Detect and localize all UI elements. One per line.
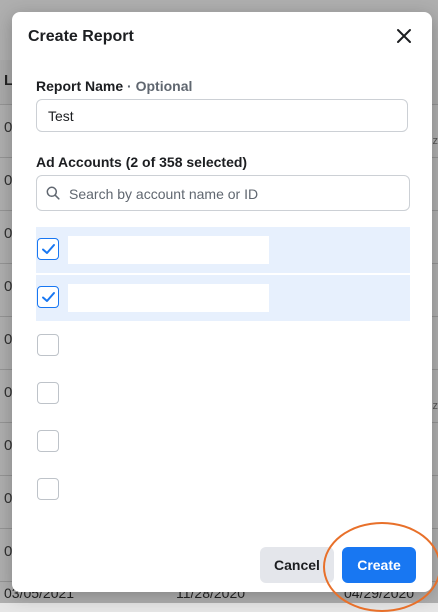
report-name-input[interactable] [36, 99, 408, 132]
account-checkbox[interactable] [37, 478, 59, 500]
dialog-title: Create Report [28, 28, 134, 45]
create-button[interactable]: Create [342, 547, 416, 583]
ad-account-row[interactable] [36, 371, 410, 417]
create-report-dialog: Create Report Report Name · Optional Ad … [12, 12, 432, 592]
ad-accounts-label: Ad Accounts (2 of 358 selected) [36, 154, 248, 170]
account-name-redacted [68, 284, 269, 312]
account-checkbox[interactable] [37, 286, 59, 308]
ad-account-row[interactable] [36, 323, 410, 369]
account-checkbox[interactable] [37, 334, 59, 356]
account-name-redacted [68, 236, 269, 264]
ad-account-list [36, 227, 410, 515]
cancel-button[interactable]: Cancel [260, 547, 334, 583]
account-checkbox[interactable] [37, 238, 59, 260]
ad-account-row[interactable] [36, 227, 410, 273]
checkmark-icon [42, 292, 55, 302]
search-icon [46, 186, 60, 200]
account-checkbox[interactable] [37, 382, 59, 404]
account-search-input[interactable] [67, 177, 407, 211]
label-separator: · [123, 78, 136, 94]
report-name-label: Report Name · Optional [36, 78, 192, 94]
ad-account-row[interactable] [36, 467, 410, 513]
checkmark-icon [42, 244, 55, 254]
account-checkbox[interactable] [37, 430, 59, 452]
close-icon [397, 29, 411, 43]
ad-account-row[interactable] [36, 275, 410, 321]
ad-account-row[interactable] [36, 419, 410, 465]
optional-hint: Optional [135, 78, 193, 94]
account-search-box[interactable] [36, 175, 410, 211]
close-button[interactable] [394, 26, 414, 46]
report-name-label-text: Report Name [36, 78, 124, 94]
